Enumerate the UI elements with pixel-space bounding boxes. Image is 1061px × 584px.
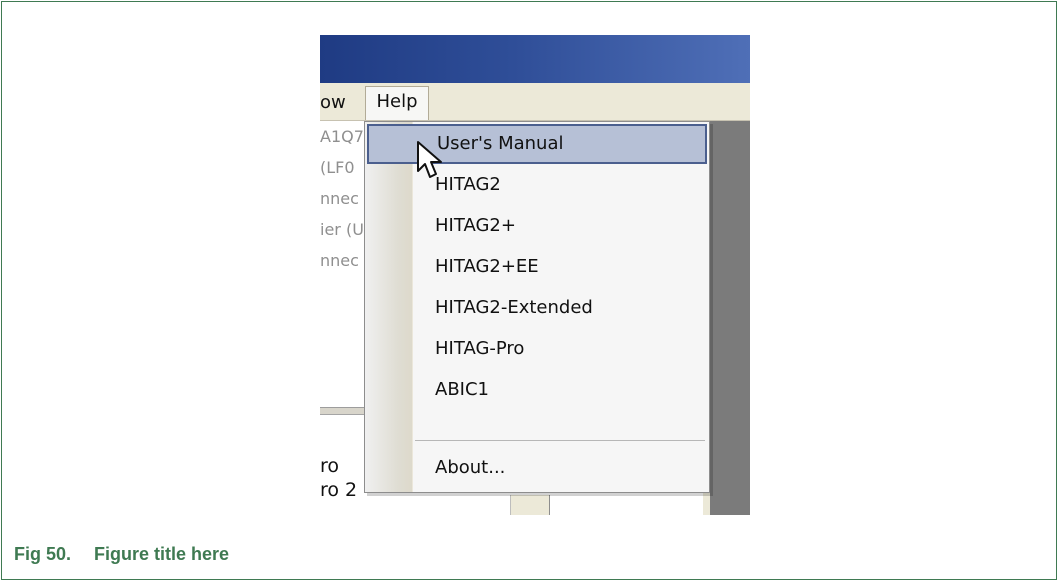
- lower-scrollbar-strip[interactable]: [510, 495, 550, 515]
- menu-item-hitag2-extended[interactable]: HITAG2-Extended: [367, 288, 707, 328]
- horizontal-scrollbar[interactable]: [320, 407, 364, 415]
- background-text-line: ier (U: [320, 220, 364, 239]
- menu-item-label: HITAG2-Extended: [435, 297, 593, 318]
- background-text-line: ro: [320, 455, 340, 477]
- background-text-line: nnec: [320, 251, 359, 270]
- figure-caption: Fig 50. Figure title here: [14, 542, 229, 566]
- background-text-line: (LF0: [320, 158, 355, 177]
- left-pane: A1Q7 (LF0 nnec ier (U nnec ro ro 2: [320, 121, 364, 515]
- figure-frame: ow Help A1Q7 (LF0 nnec ier (U nnec ro ro…: [1, 1, 1057, 580]
- background-text-line: nnec: [320, 189, 359, 208]
- menu-item-label: HITAG2: [435, 174, 501, 195]
- menu-item-hitag2-plus[interactable]: HITAG2+: [367, 206, 707, 246]
- menu-bar: ow Help: [320, 83, 750, 121]
- background-text-line: ro 2: [320, 479, 358, 501]
- menu-item-hitag-pro[interactable]: HITAG-Pro: [367, 329, 707, 369]
- menu-item-label: HITAG2+: [435, 215, 516, 236]
- figure-title: Figure title here: [94, 544, 230, 564]
- menu-item-hitag2-plus-ee[interactable]: HITAG2+EE: [367, 247, 707, 287]
- menu-item-label: User's Manual: [437, 133, 564, 154]
- menu-item-window[interactable]: ow: [320, 90, 358, 115]
- menu-item-label: HITAG-Pro: [435, 338, 525, 359]
- menu-item-about[interactable]: About...: [367, 448, 707, 488]
- menu-item-label: HITAG2+EE: [435, 256, 539, 277]
- menu-item-help[interactable]: Help: [365, 86, 429, 120]
- menu-item-label: ABIC1: [435, 379, 489, 400]
- window-titlebar: [320, 35, 750, 83]
- figure-number: Fig 50.: [14, 544, 72, 564]
- mouse-pointer-icon: [417, 141, 442, 178]
- background-text-line: A1Q7: [320, 127, 364, 146]
- menu-separator: [415, 440, 705, 441]
- screenshot-area: ow Help A1Q7 (LF0 nnec ier (U nnec ro ro…: [320, 35, 750, 515]
- menu-item-abic1[interactable]: ABIC1: [367, 370, 707, 410]
- menu-item-label: About...: [435, 457, 506, 478]
- right-panel: [710, 121, 750, 515]
